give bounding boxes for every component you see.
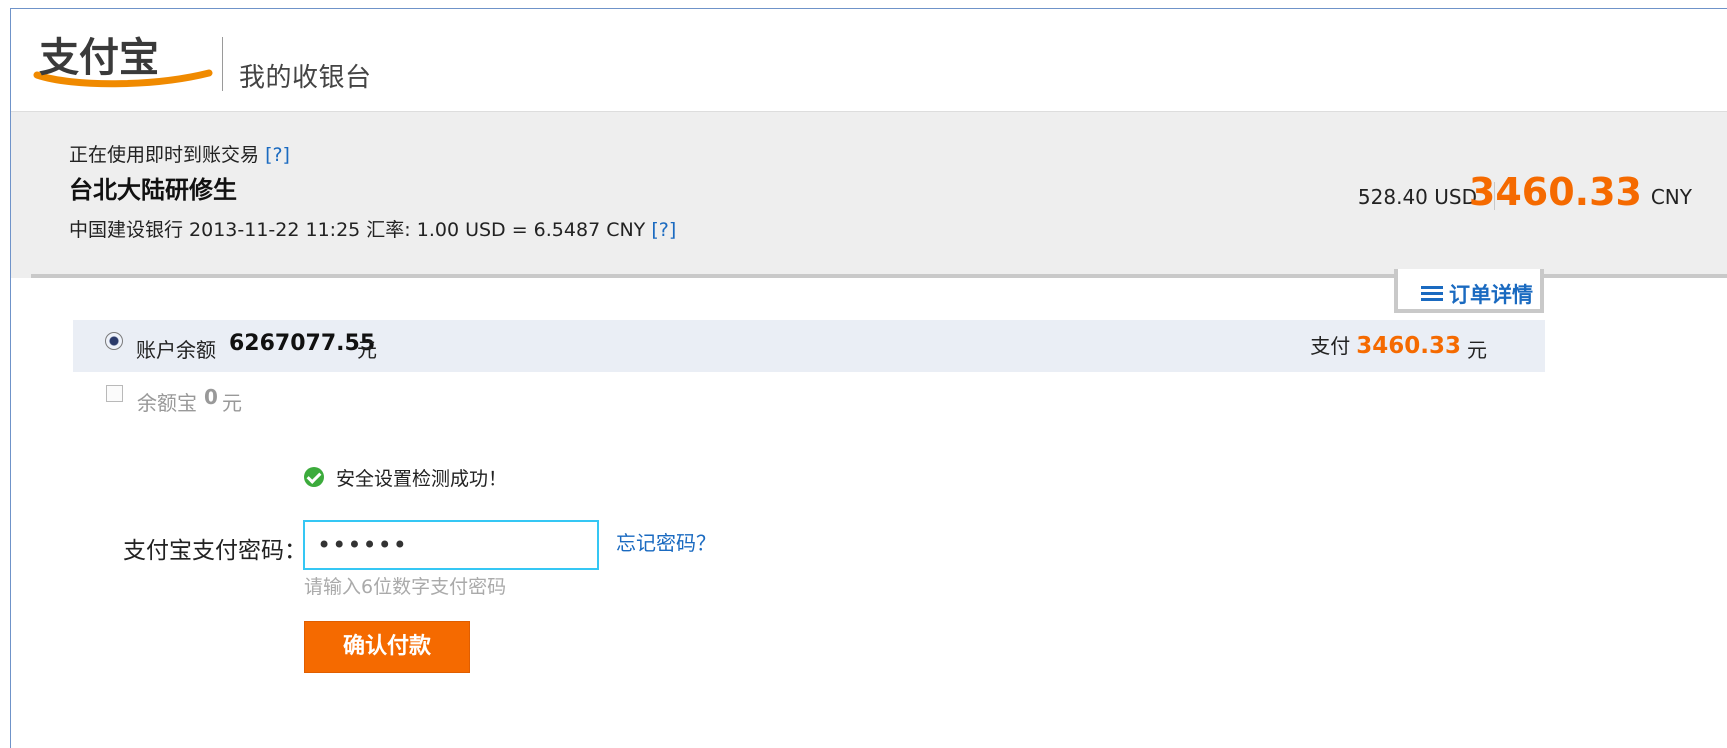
forgot-password-link[interactable]: 忘记密码？ — [616, 527, 716, 556]
page-title: 我的收银台 — [239, 63, 372, 93]
trade-mode-help-link[interactable]: [?] — [265, 144, 290, 166]
check-circle-icon — [304, 467, 324, 487]
order-summary: 正在使用即时到账交易 [?] 台北大陆研修生 中国建设银行 2013-11-22… — [11, 111, 1727, 278]
password-label: 支付宝支付密码： — [123, 538, 307, 564]
amount-currency: CNY — [1650, 185, 1692, 209]
amount-cny: 3460.33 — [1468, 170, 1642, 214]
order-details-tab-label[interactable]: 订单详情 — [1421, 279, 1533, 309]
pay-amount: 3460.33 — [1356, 333, 1461, 359]
svg-text:支付宝: 支付宝 — [39, 35, 159, 81]
pay-summary: 支付 3460.33 — [1310, 330, 1461, 359]
balance-payment-row[interactable]: 账户余额 6267077.55 元 元 支付 3460.33 — [73, 320, 1545, 372]
bank-exchange-text: 中国建设银行 2013-11-22 11:25 汇率: 1.00 USD = 6… — [69, 219, 646, 241]
password-hint: 请输入6位数字支付密码 — [304, 576, 507, 598]
bank-exchange-line: 中国建设银行 2013-11-22 11:25 汇率: 1.00 USD = 6… — [69, 215, 676, 242]
alipay-logo: 支付宝 — [33, 35, 213, 88]
security-check-message: 安全设置检测成功！ — [336, 468, 508, 490]
yuebao-amount: 0 — [204, 385, 218, 409]
content-top-rule — [31, 274, 1395, 278]
content-top-rule-right — [1544, 274, 1727, 278]
balance-amount: 6267077.55 — [229, 331, 376, 356]
confirm-payment-button[interactable]: 确认付款 — [304, 621, 470, 673]
pay-label: 支付 — [1310, 334, 1351, 358]
cashier-window: 支付宝 我的收银台 正在使用即时到账交易 [?] 台北大陆研修生 中国建设银行 … — [10, 8, 1727, 748]
yuebao-unit: 元 — [222, 391, 242, 415]
trade-mode: 正在使用即时到账交易 [?] — [69, 140, 290, 167]
merchant-name: 台北大陆研修生 — [69, 176, 237, 204]
yuebao-checkbox[interactable] — [106, 385, 123, 402]
header-divider — [222, 37, 223, 91]
trade-mode-text: 正在使用即时到账交易 — [69, 144, 260, 166]
payment-password-input[interactable] — [303, 520, 599, 570]
pay-unit: 元 — [1467, 338, 1487, 362]
header: 支付宝 我的收银台 — [11, 9, 1727, 111]
order-details-text: 订单详情 — [1449, 283, 1533, 307]
yuebao-label: 余额宝 — [137, 391, 197, 415]
balance-label: 账户余额 — [136, 338, 216, 362]
list-icon — [1421, 286, 1443, 302]
balance-unit: 元 — [357, 338, 377, 362]
exchange-help-link[interactable]: [?] — [651, 219, 676, 241]
balance-radio[interactable] — [105, 332, 123, 350]
amount-usd: 528.40 USD — [1357, 185, 1477, 209]
